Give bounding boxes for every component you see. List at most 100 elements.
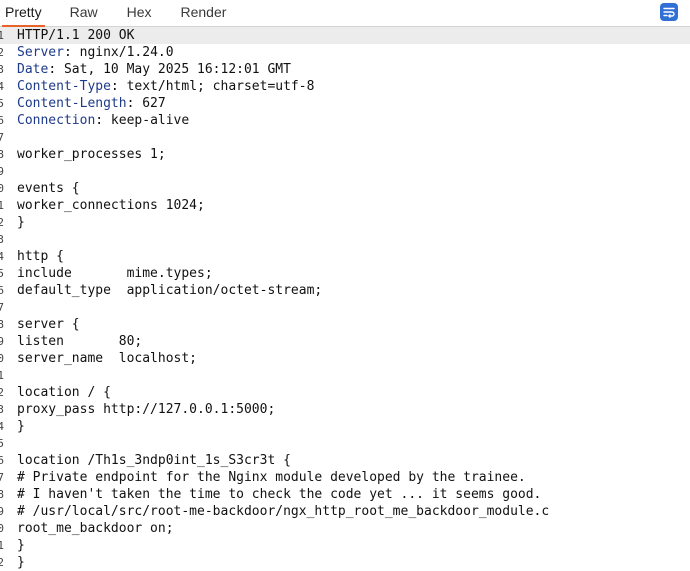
line-text: } [17,555,25,570]
header-name: Content-Length [17,96,127,111]
code-line: 4 Content-Type: text/html; charset=utf-8 [0,78,690,95]
line-text: } [17,215,25,230]
header-name: Content-Type [17,79,111,94]
line-text: default_type application/octet-stream; [17,283,323,298]
line-number: 4 [0,420,4,433]
line-number: 6 [0,454,4,467]
code-line: 0 events { [0,180,690,197]
tab-render[interactable]: Render [177,4,231,26]
code-line: 1} [0,537,690,554]
code-line: 8 # I haven't taken the time to check the… [0,486,690,503]
code-line: 2} [0,554,690,571]
line-number: 2 [0,46,4,59]
line-text: } [17,419,25,434]
line-text: Date: Sat, 10 May 2025 16:12:01 GMT [17,61,291,78]
code-line: 4 http { [0,248,690,265]
code-line: 6 Connection: keep-alive [0,112,690,129]
code-line: 4} [0,418,690,435]
code-line: 1 [0,367,690,384]
code-line: 1 HTTP/1.1 200 OK [0,27,690,44]
code-line: 7 [0,129,690,146]
header-separator: : [48,62,57,77]
line-number: 9 [0,165,4,178]
wrap-lines-button[interactable] [660,3,678,21]
header-separator: : [63,45,72,60]
line-text: # /usr/local/src/root-me-backdoor/ngx_ht… [17,504,550,519]
view-tabs: Pretty Raw Hex Render [0,0,690,27]
line-number: 2 [0,556,4,569]
line-text: # I haven't taken the time to check the … [17,487,542,502]
code-line: 7 [0,299,690,316]
line-text: Server: nginx/1.24.0 [17,44,174,61]
response-body-editor[interactable]: 1 HTTP/1.1 200 OK 2 Server: nginx/1.24.0 3 Da… [0,27,690,571]
header-separator: : [110,79,119,94]
line-number: 8 [0,148,4,161]
line-text: Connection: keep-alive [17,112,189,129]
code-line: 9 # /usr/local/src/root-me-backdoor/ngx_h… [0,503,690,520]
line-text: Content-Type: text/html; charset=utf-8 [17,78,314,95]
code-line: 5 include mime.types; [0,265,690,282]
code-line: 0 server_name localhost; [0,350,690,367]
line-number: 3 [0,403,4,416]
code-line: 2 Server: nginx/1.24.0 [0,44,690,61]
header-name: Date [17,62,49,77]
code-line: 1 worker_connections 1024; [0,197,690,214]
line-number: 3 [0,233,4,246]
line-number: 1 [0,29,4,42]
line-number: 1 [0,369,4,382]
line-number: 6 [0,114,4,127]
line-text: location / { [17,385,111,400]
line-text: worker_connections 1024; [17,198,205,213]
line-text: location /Th1s_3ndp0int_1s_S3cr3t { [17,453,291,468]
code-line: 3 Date: Sat, 10 May 2025 16:12:01 GMT [0,61,690,78]
header-value: nginx/1.24.0 [71,45,174,60]
line-number: 4 [0,250,4,263]
code-line: 6 location /Th1s_3ndp0int_1s_S3cr3t { [0,452,690,469]
line-number: 5 [0,267,4,280]
tab-hex[interactable]: Hex [123,4,156,26]
line-text: http { [17,249,64,264]
line-number: 5 [0,437,4,450]
line-text: listen 80; [17,334,143,349]
line-number: 9 [0,505,4,518]
code-line: 5 [0,435,690,452]
line-text: server { [17,317,80,332]
line-number: 8 [0,488,4,501]
header-value: text/html; charset=utf-8 [118,79,315,94]
header-value: keep-alive [103,113,190,128]
code-line: 2 location / { [0,384,690,401]
line-text: # Private endpoint for the Nginx module … [17,470,526,485]
code-line: 2} [0,214,690,231]
tab-raw[interactable]: Raw [66,4,102,26]
line-number: 7 [0,131,4,144]
wrap-lines-icon [663,7,675,18]
line-number: 0 [0,352,4,365]
line-text: Content-Length: 627 [17,95,166,112]
line-text: } [17,538,25,553]
code-line: 9 listen 80; [0,333,690,350]
line-text: events { [17,181,80,196]
line-number: 8 [0,318,4,331]
line-number: 3 [0,63,4,76]
line-number: 0 [0,182,4,195]
line-number: 9 [0,335,4,348]
header-value: 627 [134,96,166,111]
line-number: 1 [0,539,4,552]
code-line: 3 proxy_pass http://127.0.0.1:5000; [0,401,690,418]
line-text: root_me_backdoor on; [17,521,174,536]
line-text: server_name localhost; [17,351,198,366]
header-name: Server [17,45,64,60]
tab-pretty[interactable]: Pretty [2,4,45,27]
code-line: 5 Content-Length: 627 [0,95,690,112]
line-number: 6 [0,284,4,297]
code-line: 6 default_type application/octet-stream; [0,282,690,299]
code-line: 3 [0,231,690,248]
line-number: 2 [0,216,4,229]
line-number: 5 [0,97,4,110]
code-line: 9 [0,163,690,180]
code-line: 0 root_me_backdoor on; [0,520,690,537]
line-number: 4 [0,80,4,93]
header-value: Sat, 10 May 2025 16:12:01 GMT [56,62,291,77]
line-text: proxy_pass http://127.0.0.1:5000; [17,402,276,417]
line-number: 2 [0,386,4,399]
